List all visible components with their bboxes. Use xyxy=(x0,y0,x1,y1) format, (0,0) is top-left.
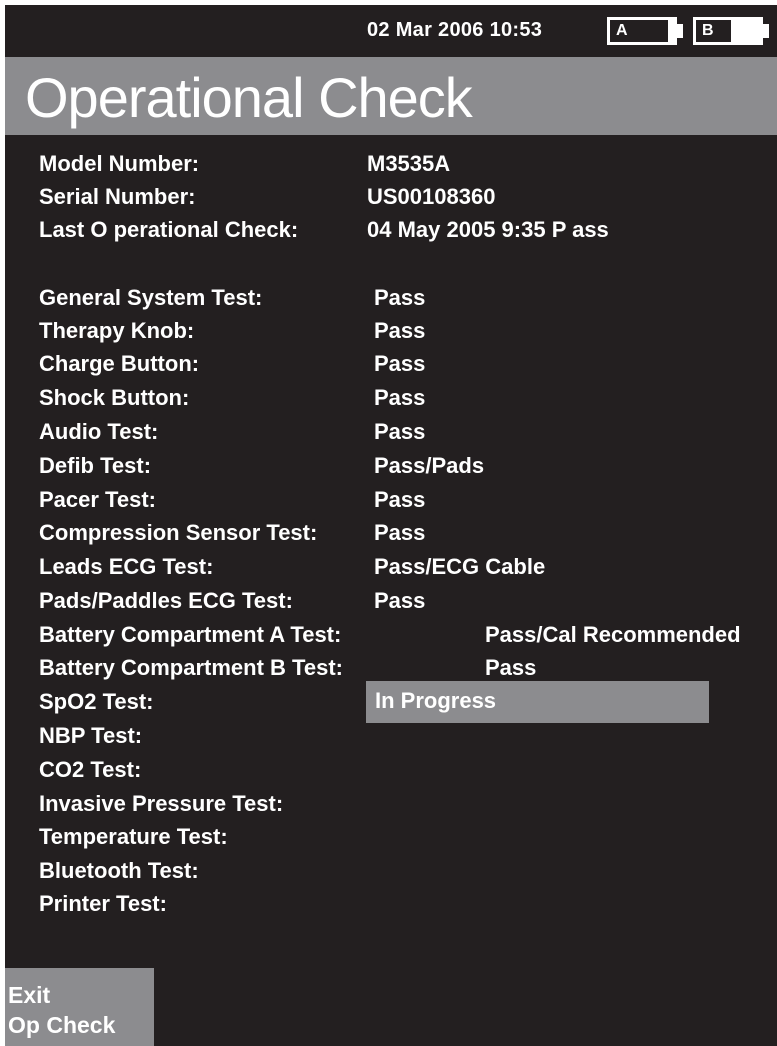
test-label: Charge Button: xyxy=(39,351,200,376)
test-result: Pass/Pads xyxy=(374,453,485,478)
last-check-value: 04 May 2005 9:35 P ass xyxy=(367,217,609,242)
in-progress-highlight: In Progress xyxy=(366,681,709,723)
test-result: Pass xyxy=(374,318,426,343)
softkey-line1: Exit xyxy=(8,982,51,1008)
test-label: Audio Test: xyxy=(39,419,159,444)
test-result: In Progress xyxy=(375,688,497,713)
last-check-label: Last O perational Check: xyxy=(39,217,299,242)
test-label: SpO2 Test: xyxy=(39,689,154,714)
test-label: Pads/Paddles ECG Test: xyxy=(39,588,293,613)
battery-b-body: B xyxy=(693,17,763,45)
test-result: Pass/Cal Recommended xyxy=(485,622,741,647)
softkey-line2: Op Check xyxy=(8,1012,116,1038)
test-result: Pass xyxy=(374,487,426,512)
test-result: Pass xyxy=(374,419,426,444)
test-result: Pass xyxy=(374,351,426,376)
battery-b-fill xyxy=(731,20,760,42)
test-result: Pass xyxy=(485,655,537,680)
test-label: Battery Compartment B Test: xyxy=(39,655,343,680)
test-label: CO2 Test: xyxy=(39,757,142,782)
test-label: Temperature Test: xyxy=(39,824,228,849)
test-result: Pass xyxy=(374,285,426,310)
test-label: Printer Test: xyxy=(39,891,167,916)
serial-number-label: Serial Number: xyxy=(39,184,196,209)
status-bar: 02 Mar 2006 10:53 A B xyxy=(5,5,777,57)
test-label: Therapy Knob: xyxy=(39,318,195,343)
title-bar: Operational Check xyxy=(5,57,777,135)
test-label: Battery Compartment A Test: xyxy=(39,622,342,647)
page-title: Operational Check xyxy=(25,66,473,129)
test-result: Pass xyxy=(374,385,426,410)
test-label: Compression Sensor Test: xyxy=(39,520,318,545)
test-label: Pacer Test: xyxy=(39,487,156,512)
date-time: 02 Mar 2006 10:53 xyxy=(367,19,543,41)
test-label: NBP Test: xyxy=(39,723,143,748)
model-number-label: Model Number: xyxy=(39,151,200,176)
battery-a-fill xyxy=(668,20,674,42)
battery-a-body: A xyxy=(607,17,677,45)
test-result: Pass xyxy=(374,588,426,613)
test-label: Bluetooth Test: xyxy=(39,858,199,883)
test-label: Leads ECG Test: xyxy=(39,554,214,579)
serial-number-value: US00108360 xyxy=(367,184,496,209)
test-result: Pass/ECG Cable xyxy=(374,554,546,579)
test-label: General System Test: xyxy=(39,285,263,310)
test-label: Defib Test: xyxy=(39,453,152,478)
model-number-value: M3535A xyxy=(367,151,451,176)
battery-b-label: B xyxy=(702,22,714,39)
test-label: Shock Button: xyxy=(39,385,190,410)
test-label: Invasive Pressure Test: xyxy=(39,791,284,816)
test-result: Pass xyxy=(374,520,426,545)
exit-op-check-button[interactable]: Exit Op Check xyxy=(5,968,154,1046)
device-screen: 02 Mar 2006 10:53 A B Operational Check … xyxy=(5,5,777,1046)
battery-a-label: A xyxy=(616,22,628,39)
